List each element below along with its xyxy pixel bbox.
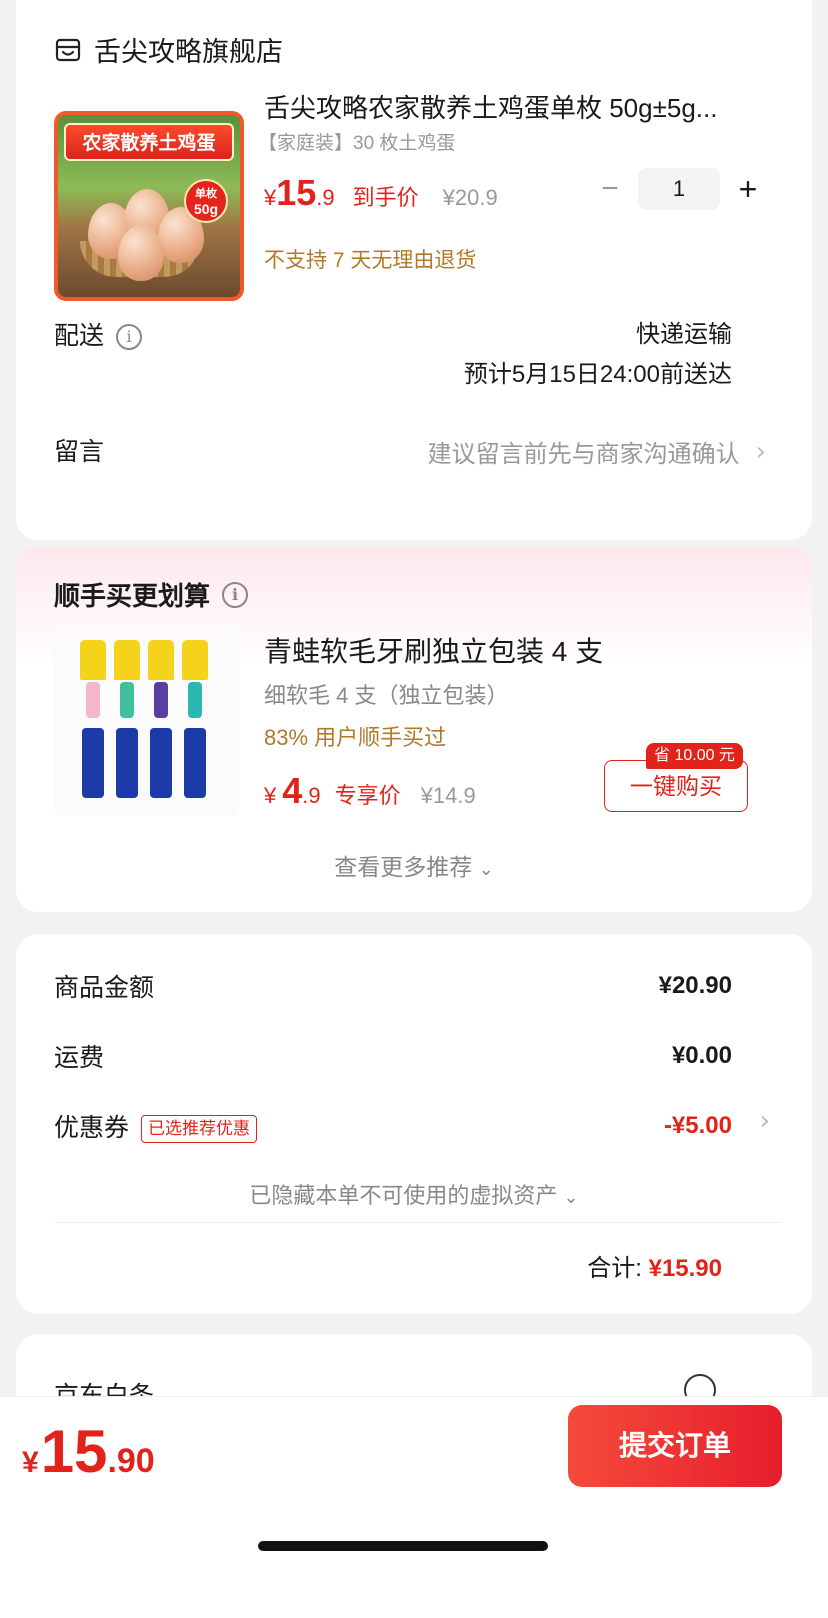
info-icon[interactable]: i <box>222 581 249 608</box>
coupon-label: 优惠券 <box>54 1114 130 1142</box>
save-badge: 省 10.00 元 <box>646 743 743 769</box>
checkout-bar: ¥ 15 .90 提交订单 <box>0 1396 828 1618</box>
weight-badge-top: 单枚 <box>195 188 217 200</box>
hidden-assets-label: 已隐藏本单不可使用的虚拟资产 <box>249 1183 558 1208</box>
delivery-row: 配送 i <box>54 316 143 352</box>
coupon-tag: 已选推荐优惠 <box>141 1115 258 1144</box>
coupon-value: -¥5.00 <box>663 1112 732 1139</box>
total-decimal: .90 <box>107 1442 155 1480</box>
goods-amount-label: 商品金额 <box>54 974 155 1002</box>
product-price: 15.9 <box>276 172 335 213</box>
original-price: ¥14.9 <box>420 783 476 808</box>
return-policy-note: 不支持 7 天无理由退货 <box>264 249 477 272</box>
message-hint: 建议留言前先与商家沟通确认 <box>427 441 740 468</box>
order-total: ¥ 15 .90 <box>22 1417 155 1486</box>
delivery-eta: 预计5月15日24:00前送达 <box>463 361 732 388</box>
delivery-label: 配送 <box>54 322 105 350</box>
chevron-right-icon: › <box>759 1106 770 1136</box>
delivery-info[interactable]: 快递运输 预计5月15日24:00前送达 <box>464 315 732 395</box>
divider <box>54 1222 782 1223</box>
currency-symbol: ¥ <box>22 1446 39 1479</box>
shipping-label: 运费 <box>54 1044 105 1072</box>
product-spec[interactable]: 【家庭装】30 枚土鸡蛋 <box>258 128 455 155</box>
product-image-banner: 农家散养土鸡蛋 <box>64 123 234 161</box>
info-icon[interactable]: i <box>116 324 143 351</box>
store-header[interactable]: 舌尖攻略旗舰店 <box>54 30 283 69</box>
more-recommend-label: 查看更多推荐 <box>334 854 473 880</box>
recommend-item-spec: 细软毛 4 支（独立包装） <box>264 683 509 708</box>
goods-amount-row: 商品金额 ¥20.90 <box>54 968 732 1004</box>
chevron-right-icon: › <box>755 436 766 467</box>
hidden-assets-toggle[interactable]: 已隐藏本单不可使用的虚拟资产 ⌄ <box>16 1178 812 1210</box>
subtotal-row: 合计: ¥15.90 <box>587 1248 722 1283</box>
store-card: 舌尖攻略旗舰店 农家散养土鸡蛋 单枚 50g 舌尖攻略农家散养土鸡蛋单枚 50g… <box>16 0 812 540</box>
decrease-button[interactable]: − <box>596 172 624 206</box>
recommend-item-bought: 83% 用户顺手买过 <box>264 725 447 750</box>
store-icon <box>55 38 81 61</box>
submit-order-button[interactable]: 提交订单 <box>568 1405 782 1487</box>
price-label: 到手价 <box>352 185 419 210</box>
recommend-title: 顺手买更划算 <box>54 581 211 611</box>
message-input[interactable]: 建议留言前先与商家沟通确认 › <box>428 434 766 469</box>
shipping-value: ¥0.00 <box>671 1042 732 1069</box>
original-price: ¥20.9 <box>442 185 498 210</box>
summary-card: 商品金额 ¥20.90 运费 ¥0.00 优惠券 已选推荐优惠 -¥5.00 › … <box>16 934 812 1314</box>
egg-illustration <box>118 225 164 281</box>
quantity-input[interactable]: 1 <box>638 168 720 210</box>
home-indicator[interactable] <box>258 1541 548 1551</box>
more-recommend-link[interactable]: 查看更多推荐 ⌄ <box>16 848 812 882</box>
weight-badge: 单枚 50g <box>184 179 228 223</box>
subtotal-value: ¥15.90 <box>648 1255 722 1282</box>
delivery-method: 快递运输 <box>636 321 732 348</box>
recommend-card: 顺手买更划算 i 青蛙软毛牙刷独立包装 4 支 细软毛 4 支（独立包装） 83%… <box>16 546 812 912</box>
total-integer: 15 <box>40 1418 108 1485</box>
weight-badge-value: 50g <box>193 201 219 217</box>
toothbrush-illustration <box>80 640 106 804</box>
product-title[interactable]: 舌尖攻略农家散养土鸡蛋单枚 50g±5g... <box>264 88 784 125</box>
subtotal-label: 合计: <box>587 1255 642 1282</box>
currency-symbol: ¥ <box>264 185 277 210</box>
recommend-price: 4.9 <box>282 770 321 811</box>
coupon-label-group: 优惠券 已选推荐优惠 <box>54 1108 258 1144</box>
recommend-header: 顺手买更划算 i <box>54 576 249 613</box>
currency-symbol: ¥ <box>264 783 277 808</box>
product-image[interactable]: 农家散养土鸡蛋 单枚 50g <box>54 111 244 301</box>
recommend-item-name[interactable]: 青蛙软毛牙刷独立包装 4 支 <box>264 630 603 670</box>
toothbrush-image[interactable] <box>54 630 240 816</box>
quantity-stepper: − 1 + <box>596 168 762 210</box>
shipping-row: 运费 ¥0.00 <box>54 1038 732 1074</box>
goods-amount-value: ¥20.90 <box>658 972 732 999</box>
chevron-down-icon: ⌄ <box>563 1187 579 1208</box>
toothbrush-illustration <box>182 640 208 804</box>
store-name: 舌尖攻略旗舰店 <box>94 37 283 67</box>
increase-button[interactable]: + <box>734 171 762 208</box>
chevron-down-icon: ⌄ <box>478 859 494 880</box>
coupon-row[interactable]: 优惠券 已选推荐优惠 -¥5.00 <box>54 1108 732 1144</box>
toothbrush-illustration <box>148 640 174 804</box>
recommend-price-row: ¥ 4.9 专享价 ¥14.9 <box>264 770 476 812</box>
price-label: 专享价 <box>334 783 401 808</box>
message-label: 留言 <box>54 438 105 466</box>
product-price-row: ¥ 15.9 到手价 ¥20.9 <box>264 172 498 214</box>
toothbrush-illustration <box>114 640 140 804</box>
